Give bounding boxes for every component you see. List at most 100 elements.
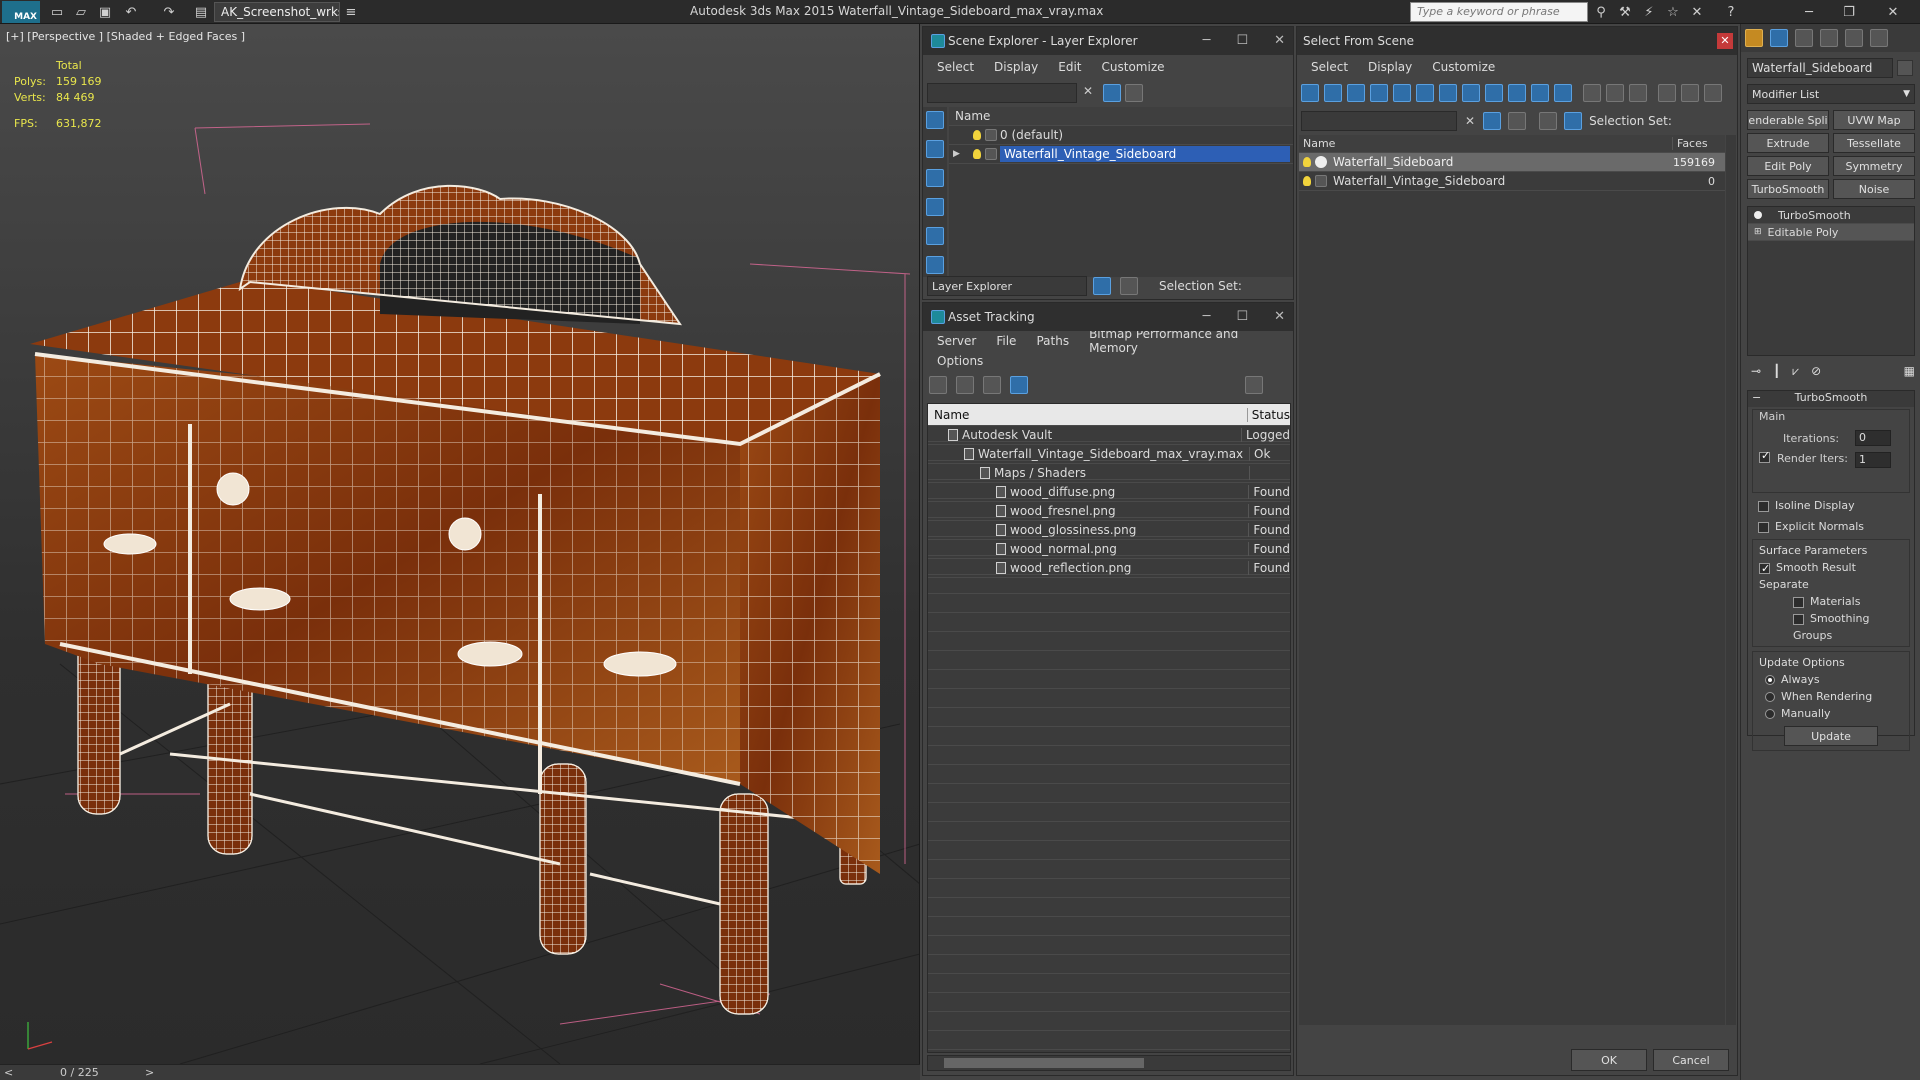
cancel-button[interactable]: Cancel: [1653, 1049, 1729, 1071]
perspective-viewport[interactable]: [+] [Perspective ] [Shaded + Edged Faces…: [0, 24, 920, 1064]
stack-item-editable-poly[interactable]: ⊞ Editable Poly: [1748, 224, 1914, 241]
menu-customize[interactable]: Customize: [1422, 60, 1505, 74]
hierarchy-icon[interactable]: [1120, 277, 1138, 295]
open-file-icon[interactable]: ▱: [72, 3, 90, 21]
invert-selection-icon[interactable]: [1629, 84, 1647, 102]
layer-filter-icon[interactable]: [1125, 84, 1143, 102]
asset-row[interactable]: wood_diffuse.png Found: [928, 483, 1290, 502]
close-icon[interactable]: ✕: [1274, 33, 1285, 48]
display-shapes-icon[interactable]: [1324, 84, 1342, 102]
expand-icon[interactable]: ▶: [953, 149, 969, 159]
layer-tree-header[interactable]: Name: [949, 107, 1293, 126]
scene-explorer-search-input[interactable]: [927, 83, 1077, 103]
asset-row[interactable]: wood_glossiness.png Found: [928, 521, 1290, 540]
display-helpers-icon[interactable]: [926, 256, 944, 274]
asset-row[interactable]: Autodesk Vault Logged: [928, 426, 1290, 445]
object-visibility-icon[interactable]: [1303, 157, 1311, 167]
maximize-icon[interactable]: ☐: [1236, 33, 1248, 48]
maximize-icon[interactable]: ☐: [1236, 309, 1248, 324]
display-geometry-icon[interactable]: [1301, 84, 1319, 102]
menu-customize[interactable]: Customize: [1092, 60, 1175, 74]
app-logo[interactable]: MAX: [2, 1, 40, 23]
select-all-icon[interactable]: [1583, 84, 1601, 102]
filter-icon[interactable]: [1103, 84, 1121, 102]
display-cameras-icon[interactable]: [926, 227, 944, 245]
modifier-button[interactable]: TurboSmooth: [1747, 179, 1829, 199]
layer-filter-icon[interactable]: [1508, 112, 1527, 130]
select-search-input[interactable]: [1301, 111, 1457, 131]
clear-search-icon[interactable]: ✕: [1083, 84, 1093, 98]
motion-tab-icon[interactable]: [1820, 29, 1838, 47]
list-view-icon[interactable]: [956, 376, 974, 394]
object-row[interactable]: Waterfall_Sideboard 159169: [1299, 153, 1725, 172]
new-file-icon[interactable]: ▭: [48, 3, 66, 21]
display-xrefs-icon[interactable]: [1462, 84, 1480, 102]
display-groups-icon[interactable]: [1439, 84, 1457, 102]
display-shapes-icon[interactable]: [926, 169, 944, 187]
render-iters-spinner[interactable]: 1: [1855, 452, 1891, 468]
search-input[interactable]: Type a keyword or phrase: [1410, 2, 1588, 22]
filter-icon[interactable]: [1658, 84, 1676, 102]
scene-explorer-titlebar[interactable]: Scene Explorer - Layer Explorer ─ ☐ ✕: [923, 27, 1293, 55]
binoculars-icon[interactable]: ⚲: [1592, 3, 1610, 21]
asset-horizontal-scrollbar[interactable]: [927, 1055, 1291, 1071]
display-objects-icon[interactable]: [926, 111, 944, 129]
asset-row[interactable]: wood_fresnel.png Found: [928, 502, 1290, 521]
connect-icon[interactable]: ⚡: [1640, 3, 1658, 21]
modifier-button[interactable]: enderable Spli: [1747, 110, 1829, 130]
menu-options[interactable]: Options: [927, 354, 993, 368]
modifier-button[interactable]: Noise: [1833, 179, 1915, 199]
layers-icon[interactable]: [1539, 112, 1558, 130]
close-icon[interactable]: ✕: [1274, 309, 1285, 324]
help-icon[interactable]: ?: [1722, 3, 1740, 21]
minimize-icon[interactable]: ─: [1800, 3, 1818, 21]
display-frozen-icon[interactable]: [1531, 84, 1549, 102]
minimize-icon[interactable]: ─: [1203, 309, 1211, 324]
render-iters-checkbox[interactable]: [1759, 449, 1770, 463]
pin-stack-icon[interactable]: ⊸: [1751, 364, 1761, 378]
menu-bitmap-performance[interactable]: Bitmap Performance and Memory: [1079, 327, 1293, 355]
display-helpers-icon[interactable]: [1393, 84, 1411, 102]
asset-row[interactable]: wood_reflection.png Found: [928, 559, 1290, 578]
asset-status-column[interactable]: Status: [1248, 408, 1290, 422]
ok-button[interactable]: OK: [1571, 1049, 1647, 1071]
display-spacewarps-icon[interactable]: [1416, 84, 1434, 102]
redo-icon[interactable]: ↷: [160, 3, 178, 21]
iterations-spinner[interactable]: 0: [1855, 430, 1891, 446]
modify-tab-icon[interactable]: [1770, 29, 1788, 47]
clear-search-icon[interactable]: ✕: [1465, 114, 1475, 128]
table-view-icon[interactable]: [1010, 376, 1028, 394]
object-faces-column[interactable]: Faces: [1673, 137, 1708, 150]
layer-row[interactable]: 0 (default): [949, 126, 1293, 145]
object-row[interactable]: Waterfall_Vintage_Sideboard 0: [1299, 172, 1725, 191]
asset-row[interactable]: wood_normal.png Found: [928, 540, 1290, 559]
asset-row[interactable]: Waterfall_Vintage_Sideboard_max_vray.max…: [928, 445, 1290, 464]
thumbnail-view-icon[interactable]: [983, 376, 1001, 394]
menu-display[interactable]: Display: [1358, 60, 1422, 74]
sort-layers-icon[interactable]: [1093, 277, 1111, 295]
manually-radio[interactable]: [1765, 709, 1775, 719]
layer-explorer-dropdown[interactable]: Layer Explorer: [927, 276, 1087, 296]
close-icon[interactable]: ✕: [1884, 3, 1902, 21]
collapse-icon[interactable]: −: [1752, 391, 1761, 404]
isoline-checkbox[interactable]: [1758, 500, 1769, 512]
save-icon[interactable]: ▣: [96, 3, 114, 21]
workspace-menu-icon[interactable]: ≡: [342, 3, 360, 21]
layer-visibility-icon[interactable]: [973, 149, 981, 159]
help-icon[interactable]: [1245, 376, 1263, 394]
select-from-scene-titlebar[interactable]: Select From Scene ✕: [1297, 27, 1737, 55]
object-name-field[interactable]: [1747, 58, 1893, 78]
hierarchy-tab-icon[interactable]: [1795, 29, 1813, 47]
filter-active-icon[interactable]: [1483, 112, 1502, 130]
rollout-header[interactable]: − TurboSmooth: [1748, 391, 1914, 407]
menu-file[interactable]: File: [986, 334, 1026, 348]
modifier-button[interactable]: UVW Map: [1833, 110, 1915, 130]
hierarchy-icon[interactable]: [1681, 84, 1699, 102]
menu-edit[interactable]: Edit: [1048, 60, 1091, 74]
timeline-prev-button[interactable]: <: [4, 1066, 13, 1079]
timeline-next-button[interactable]: >: [145, 1066, 154, 1079]
exchange-icon[interactable]: ✕: [1688, 3, 1706, 21]
display-lights-icon[interactable]: [1347, 84, 1365, 102]
update-button[interactable]: Update: [1784, 726, 1878, 746]
display-bones-icon[interactable]: [1485, 84, 1503, 102]
